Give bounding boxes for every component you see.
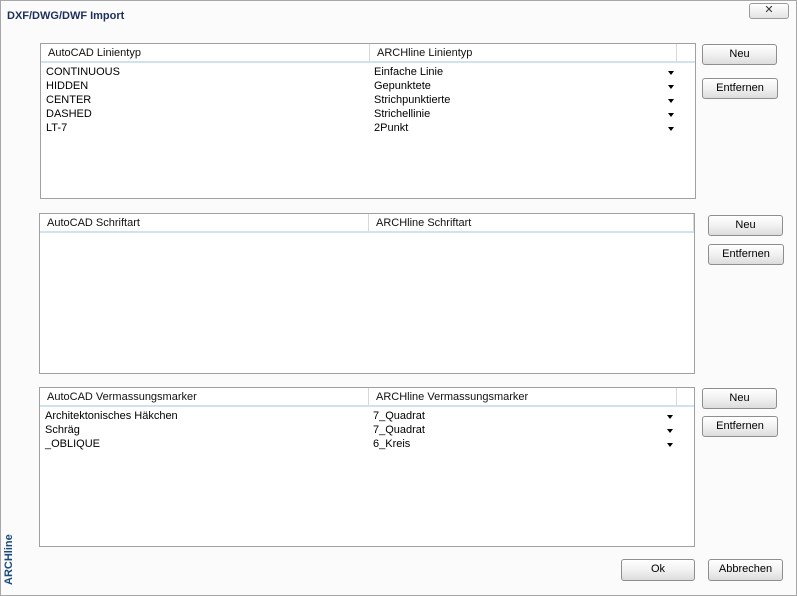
- autocad-cell: LT-7: [46, 122, 68, 134]
- archline-select[interactable]: 6_Kreis: [373, 437, 410, 451]
- archline-select[interactable]: Gepunktete: [374, 79, 431, 93]
- dialog-window: DXF/DWG/DWF Import ✕ AutoCAD Linientyp A…: [0, 0, 797, 596]
- archline-select[interactable]: Einfache Linie: [374, 65, 443, 79]
- autocad-cell: CONTINUOUS: [46, 66, 120, 78]
- autocad-cell: DASHED: [46, 108, 92, 120]
- dropdown-arrow-icon[interactable]: [668, 127, 674, 131]
- linetype-header-autocad[interactable]: AutoCAD Linientyp: [41, 44, 370, 61]
- window-title: DXF/DWG/DWF Import: [7, 10, 125, 22]
- archline-brand: ARCHline: [3, 534, 15, 585]
- table-row[interactable]: CONTINUOUS Einfache Linie: [41, 65, 695, 79]
- ok-button[interactable]: Ok: [621, 559, 695, 581]
- archline-select[interactable]: Strichellinie: [374, 107, 430, 121]
- linetype-header-archline[interactable]: ARCHline Linientyp: [370, 44, 677, 61]
- table-row[interactable]: LT-7 2Punkt: [41, 121, 695, 135]
- font-table-header: AutoCAD Schriftart ARCHline Schriftart: [40, 214, 694, 233]
- font-header-archline[interactable]: ARCHline Schriftart: [369, 214, 694, 231]
- dropdown-arrow-icon[interactable]: [667, 429, 673, 433]
- table-row[interactable]: CENTER Strichpunktierte: [41, 93, 695, 107]
- linetype-remove-button[interactable]: Entfernen: [702, 78, 778, 99]
- dropdown-arrow-icon[interactable]: [667, 415, 673, 419]
- table-row[interactable]: _OBLIQUE 6_Kreis: [40, 437, 694, 451]
- marker-header-autocad[interactable]: AutoCAD Vermassungsmarker: [40, 388, 369, 405]
- marker-header-archline[interactable]: ARCHline Vermassungsmarker: [369, 388, 677, 405]
- autocad-cell: Schräg: [45, 424, 80, 436]
- font-remove-button[interactable]: Entfernen: [708, 244, 784, 265]
- autocad-cell: CENTER: [46, 94, 92, 106]
- autocad-cell: HIDDEN: [46, 80, 89, 92]
- archline-select[interactable]: 2Punkt: [374, 121, 408, 135]
- autocad-cell: _OBLIQUE: [45, 438, 101, 450]
- linetype-new-button[interactable]: Neu: [702, 44, 777, 65]
- marker-table-header: AutoCAD Vermassungsmarker ARCHline Verma…: [40, 388, 694, 407]
- dropdown-arrow-icon[interactable]: [668, 71, 674, 75]
- autocad-cell: Architektonisches Häkchen: [45, 410, 178, 422]
- table-row[interactable]: HIDDEN Gepunktete: [41, 79, 695, 93]
- table-row[interactable]: DASHED Strichellinie: [41, 107, 695, 121]
- table-row[interactable]: Architektonisches Häkchen 7_Quadrat: [40, 409, 694, 423]
- table-row[interactable]: Schräg 7_Quadrat: [40, 423, 694, 437]
- marker-new-button[interactable]: Neu: [702, 388, 777, 409]
- dropdown-arrow-icon[interactable]: [667, 443, 673, 447]
- close-icon: ✕: [764, 4, 774, 16]
- close-button[interactable]: ✕: [749, 3, 789, 19]
- archline-select[interactable]: 7_Quadrat: [373, 409, 425, 423]
- font-table: AutoCAD Schriftart ARCHline Schriftart: [39, 213, 695, 374]
- linetype-table: AutoCAD Linientyp ARCHline Linientyp CON…: [40, 43, 696, 199]
- dropdown-arrow-icon[interactable]: [668, 99, 674, 103]
- font-new-button[interactable]: Neu: [708, 215, 783, 236]
- marker-remove-button[interactable]: Entfernen: [702, 416, 778, 437]
- cancel-button[interactable]: Abbrechen: [708, 559, 783, 581]
- dropdown-arrow-icon[interactable]: [668, 85, 674, 89]
- marker-table: AutoCAD Vermassungsmarker ARCHline Verma…: [39, 387, 695, 547]
- archline-select[interactable]: Strichpunktierte: [374, 93, 450, 107]
- font-header-autocad[interactable]: AutoCAD Schriftart: [40, 214, 369, 231]
- dropdown-arrow-icon[interactable]: [668, 113, 674, 117]
- archline-select[interactable]: 7_Quadrat: [373, 423, 425, 437]
- linetype-table-header: AutoCAD Linientyp ARCHline Linientyp: [41, 44, 695, 63]
